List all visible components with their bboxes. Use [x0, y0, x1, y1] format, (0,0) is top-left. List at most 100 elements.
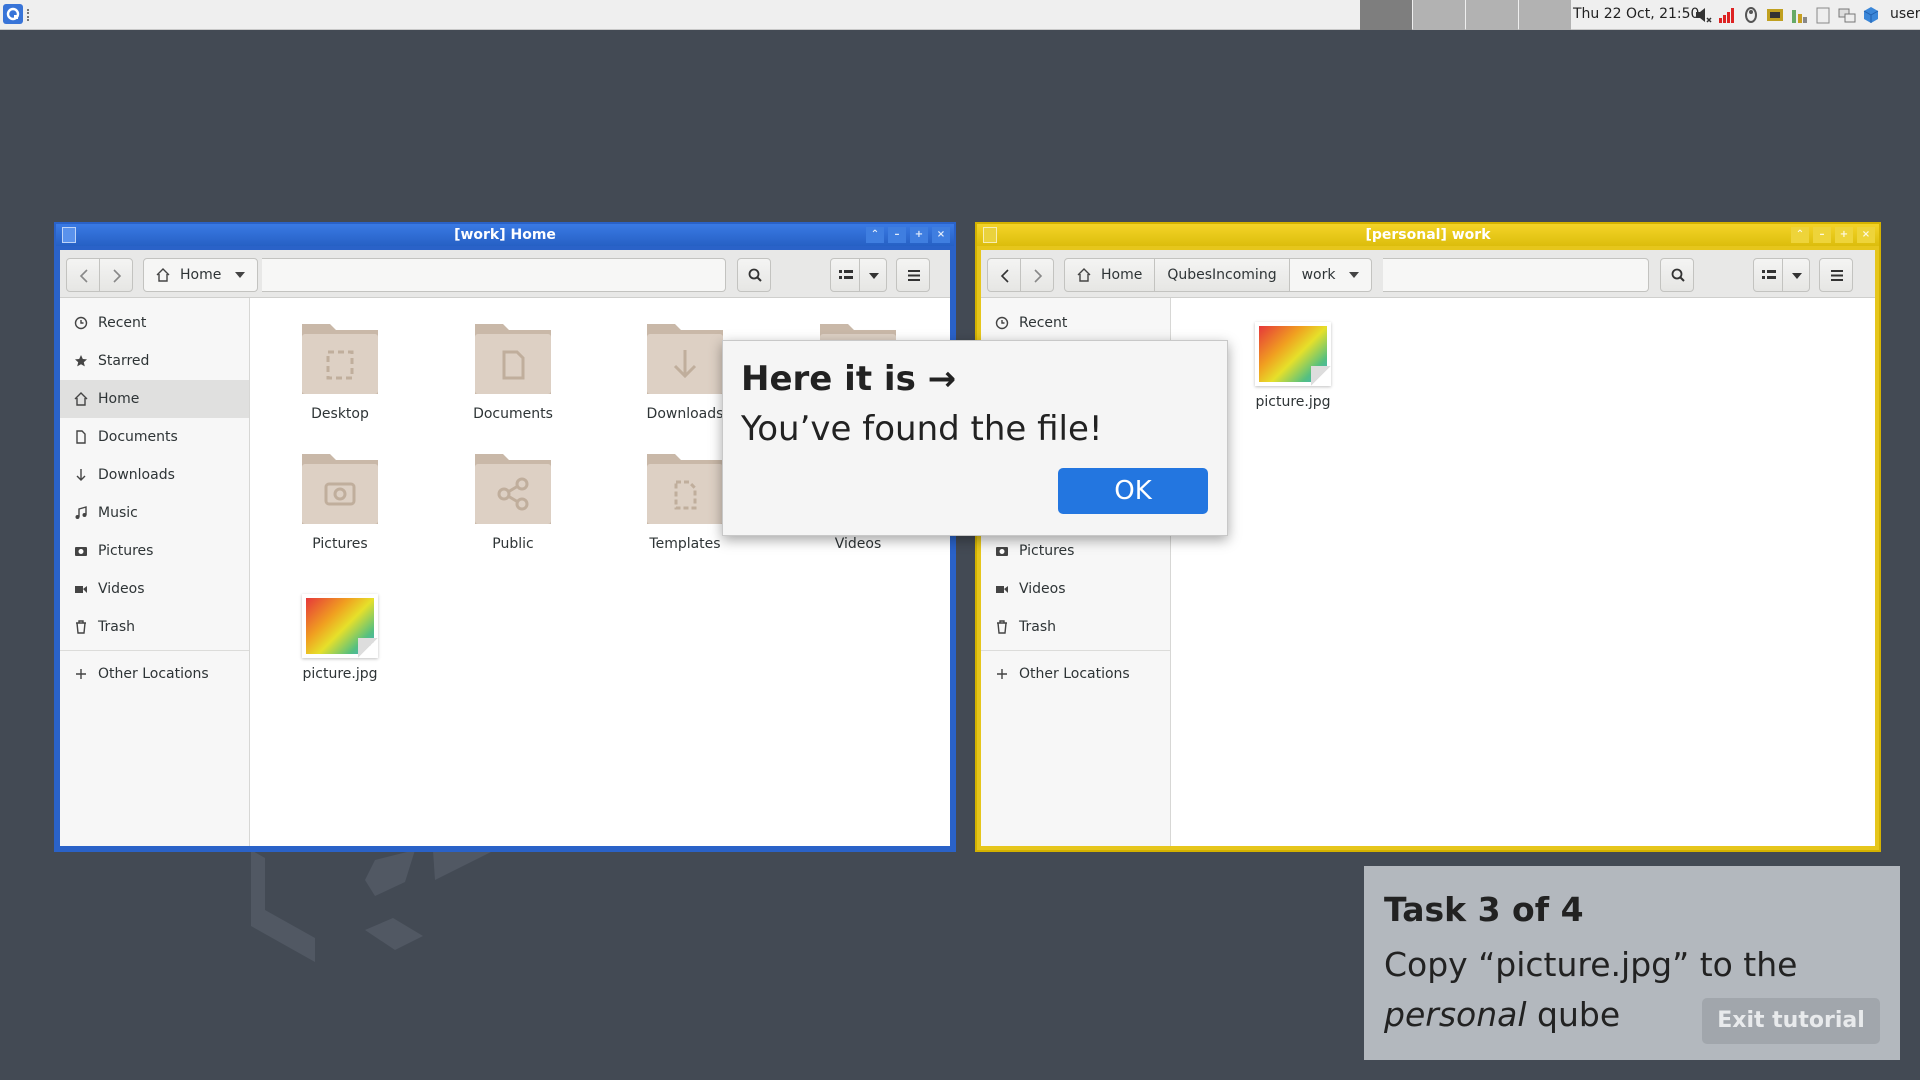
clock-icon — [995, 316, 1009, 330]
sidebar-item-other-locations[interactable]: Other Locations — [60, 655, 249, 693]
path-home-button[interactable]: Home — [1064, 258, 1156, 292]
personal-file-manager-window[interactable]: [personal] work ⌃ – + × Home QubesIncomi… — [975, 222, 1881, 852]
forward-button[interactable] — [99, 258, 133, 292]
sidebar-item-trash[interactable]: Trash — [981, 608, 1170, 646]
folder-documents[interactable]: Documents — [443, 318, 583, 422]
music-icon — [75, 506, 87, 519]
download-icon — [76, 469, 86, 481]
star-icon — [75, 355, 87, 367]
task-heading: Task 3 of 4 — [1384, 890, 1584, 929]
usb-device-icon[interactable] — [1742, 6, 1760, 24]
back-button[interactable] — [66, 258, 100, 292]
personal-file-view[interactable]: picture.jpg — [1171, 298, 1875, 846]
qubes-background-logo — [251, 850, 495, 962]
folder-pictures[interactable]: Pictures — [270, 448, 410, 552]
path-home-button[interactable]: Home — [143, 258, 259, 292]
sidebar-item-videos[interactable]: Videos — [60, 570, 249, 608]
folder-icon — [473, 318, 553, 398]
clock[interactable]: Thu 22 Oct, 21:50 — [1573, 6, 1699, 22]
sidebar-item-documents[interactable]: Documents — [60, 418, 249, 456]
sidebar-item-starred[interactable]: Starred — [60, 342, 249, 380]
work-window-title: [work] Home — [454, 227, 556, 243]
sidebar-item-trash[interactable]: Trash — [60, 608, 249, 646]
folder-icon — [300, 448, 380, 528]
chevron-right-icon — [113, 269, 122, 283]
window-close-button[interactable]: × — [932, 227, 950, 243]
ok-button[interactable]: OK — [1058, 468, 1208, 514]
workspace-1[interactable] — [1360, 0, 1412, 30]
menu-button[interactable] — [1819, 258, 1853, 292]
trash-icon — [76, 620, 86, 634]
path-bar-empty[interactable] — [1383, 258, 1649, 292]
sidebar-item-downloads[interactable]: Downloads — [60, 456, 249, 494]
workspace-4[interactable] — [1519, 0, 1571, 30]
sidebar-item-recent[interactable]: Recent — [981, 304, 1170, 342]
work-window-titlebar[interactable]: [work] Home ⌃ – + × — [56, 224, 954, 246]
work-file-manager-window[interactable]: [work] Home ⌃ – + × Home Recent Starred … — [54, 222, 956, 852]
sidebar-item-videos[interactable]: Videos — [981, 570, 1170, 608]
search-icon — [748, 268, 762, 282]
trash-icon — [997, 620, 1007, 634]
hamburger-menu-icon — [908, 270, 920, 281]
window-shade-button[interactable]: ⌃ — [866, 227, 884, 243]
forward-button[interactable] — [1020, 258, 1054, 292]
folder-public[interactable]: Public — [443, 448, 583, 552]
folder-desktop[interactable]: Desktop — [270, 318, 410, 422]
personal-window-titlebar[interactable]: [personal] work ⌃ – + × — [977, 224, 1879, 246]
sidebar-item-music[interactable]: Music — [60, 494, 249, 532]
sidebar-item-recent[interactable]: Recent — [60, 304, 249, 342]
plus-icon — [76, 669, 86, 679]
window-maximize-button[interactable]: + — [1835, 227, 1853, 243]
view-options-button[interactable] — [859, 258, 887, 292]
file-picture-jpg[interactable]: picture.jpg — [270, 594, 410, 682]
back-button[interactable] — [987, 258, 1021, 292]
window-menu-icon[interactable] — [62, 227, 76, 243]
task-card: Task 3 of 4 Copy “picture.jpg” to the pe… — [1364, 866, 1900, 1060]
workspace-3[interactable] — [1466, 0, 1518, 30]
domains-icon[interactable] — [1862, 6, 1880, 24]
network-signal-icon[interactable] — [1718, 6, 1736, 24]
work-sidebar: Recent Starred Home Documents Downloads … — [60, 298, 250, 846]
work-toolbar: Home — [60, 250, 950, 298]
folder-icon — [645, 318, 725, 398]
workspace-2[interactable] — [1413, 0, 1465, 30]
chevron-down-icon — [1792, 273, 1802, 279]
view-options-button[interactable] — [1782, 258, 1810, 292]
updates-icon[interactable] — [1790, 6, 1808, 24]
qubes-menu-button[interactable] — [3, 4, 23, 24]
chevron-left-icon — [79, 269, 88, 283]
exit-tutorial-button[interactable]: Exit tutorial — [1702, 998, 1880, 1044]
taskbar-handle[interactable] — [27, 9, 31, 21]
home-icon — [74, 392, 88, 406]
view-mode-button[interactable] — [1753, 258, 1783, 292]
camera-icon — [996, 547, 1008, 556]
window-minimize-button[interactable]: – — [1813, 227, 1831, 243]
sidebar-item-pictures[interactable]: Pictures — [981, 532, 1170, 570]
path-work-button[interactable]: work — [1288, 258, 1373, 292]
search-button[interactable] — [737, 258, 771, 292]
menu-button[interactable] — [896, 258, 930, 292]
path-bar-empty[interactable] — [262, 258, 726, 292]
sidebar-item-home[interactable]: Home — [60, 380, 249, 418]
sidebar-item-pictures[interactable]: Pictures — [60, 532, 249, 570]
qube-manager-icon[interactable] — [1766, 6, 1784, 24]
user-label[interactable]: user — [1890, 6, 1920, 22]
view-mode-button[interactable] — [830, 258, 860, 292]
search-button[interactable] — [1660, 258, 1694, 292]
volume-muted-icon[interactable] — [1694, 6, 1712, 24]
clipboard-icon[interactable] — [1814, 6, 1832, 24]
file-picture-jpg[interactable]: picture.jpg — [1223, 322, 1363, 410]
window-minimize-button[interactable]: – — [888, 227, 906, 243]
path-qubesincoming-button[interactable]: QubesIncoming — [1154, 258, 1290, 292]
plus-icon — [997, 669, 1007, 679]
window-menu-icon[interactable] — [983, 227, 997, 243]
home-icon — [1077, 268, 1091, 282]
sidebar-separator — [60, 650, 249, 651]
window-close-button[interactable]: × — [1857, 227, 1875, 243]
window-shade-button[interactable]: ⌃ — [1791, 227, 1809, 243]
window-maximize-button[interactable]: + — [910, 227, 928, 243]
taskbar: Thu 22 Oct, 21:50 user — [0, 0, 1920, 30]
hamburger-menu-icon — [1831, 270, 1843, 281]
sidebar-item-other-locations[interactable]: Other Locations — [981, 655, 1170, 693]
devices-icon[interactable] — [1838, 6, 1856, 24]
